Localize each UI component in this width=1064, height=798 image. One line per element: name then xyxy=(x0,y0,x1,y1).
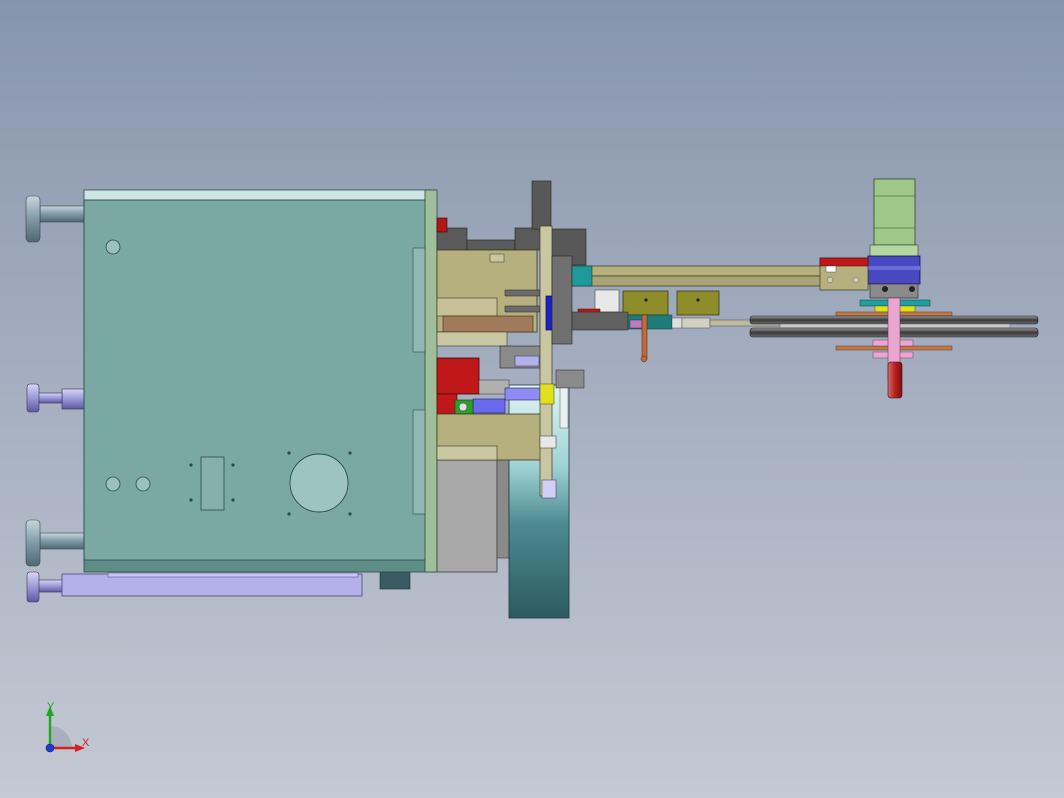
left-knobs xyxy=(25,195,86,603)
cad-viewport[interactable]: Y X xyxy=(0,0,1064,798)
knob-middle[interactable] xyxy=(26,383,86,413)
shaft-rod[interactable] xyxy=(887,297,903,399)
z-axis-dot xyxy=(45,743,55,753)
copper-pin xyxy=(641,314,648,360)
knob-bottom[interactable] xyxy=(26,571,65,603)
cabinet-slot xyxy=(200,456,225,511)
axis-triad: Y X xyxy=(45,701,90,753)
upper-slide-assembly[interactable] xyxy=(436,217,544,347)
knob-upper[interactable] xyxy=(25,195,86,243)
cabinet-round-port xyxy=(289,453,349,513)
cabinet-hole-right xyxy=(135,476,151,492)
knob-lower[interactable] xyxy=(25,519,86,567)
y-axis-label: Y xyxy=(47,701,55,713)
x-axis-label: X xyxy=(82,737,90,749)
horizontal-arm[interactable] xyxy=(571,265,825,363)
support-column[interactable] xyxy=(436,447,510,573)
motor-bracket[interactable] xyxy=(819,257,869,291)
base-plate[interactable] xyxy=(61,571,411,597)
cabinet-hole-top xyxy=(105,239,121,255)
cabinet-hole-left xyxy=(105,476,121,492)
main-cabinet[interactable] xyxy=(83,189,438,573)
drive-motor[interactable] xyxy=(867,178,921,299)
